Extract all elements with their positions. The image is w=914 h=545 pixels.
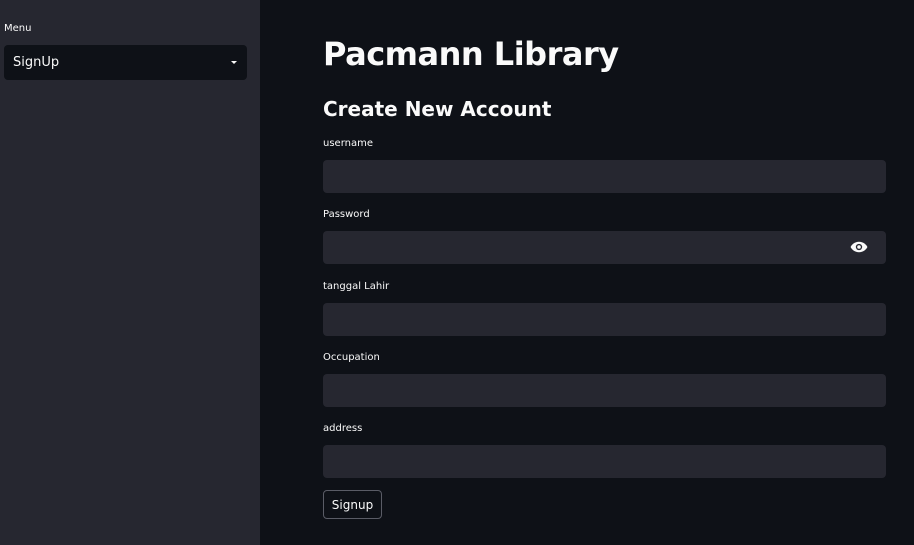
app-window: Menu SignUp Pacmann Library Create New A… [0,0,914,545]
birthdate-input[interactable] [323,303,886,336]
eye-icon[interactable] [850,240,868,254]
page-title: Pacmann Library [323,35,619,73]
username-label: username [323,138,373,149]
address-label: address [323,423,363,434]
menu-select[interactable]: SignUp [4,45,247,80]
username-input[interactable] [323,160,886,193]
birthdate-label: tanggal Lahir [323,281,390,292]
signup-button[interactable]: Signup [323,490,382,519]
password-input[interactable] [323,231,886,264]
password-label: Password [323,209,370,220]
menu-select-value: SignUp [13,55,60,70]
sidebar: Menu SignUp [0,0,260,545]
address-input[interactable] [323,445,886,478]
main-content: Pacmann Library Create New Account usern… [260,0,914,545]
chevron-down-icon [231,61,237,64]
menu-label: Menu [4,23,32,34]
section-title: Create New Account [323,97,552,121]
occupation-input[interactable] [323,374,886,407]
occupation-label: Occupation [323,352,380,363]
